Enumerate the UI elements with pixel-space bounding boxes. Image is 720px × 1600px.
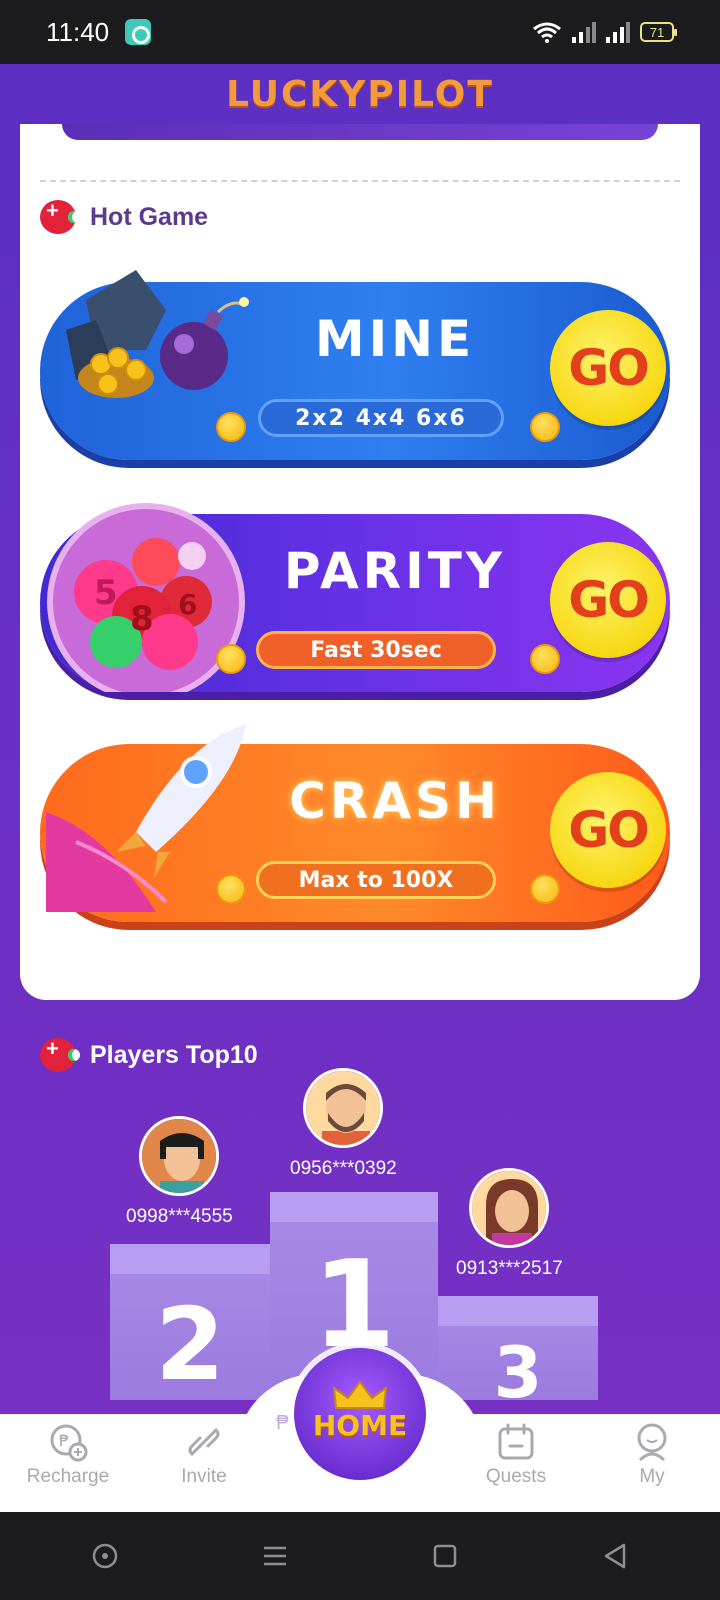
nav-quests[interactable]: Quests <box>456 1422 576 1488</box>
back-icon[interactable] <box>585 1526 645 1586</box>
rank-2: 2 <box>155 1286 225 1400</box>
crash-title: CRASH <box>289 772 501 830</box>
hot-game-card: Hot Game MINE 2x2 4x4 6x6 GO <box>20 124 700 1000</box>
crash-game-banner[interactable]: CRASH Max to 100X GO <box>40 724 670 922</box>
app-header: LUCKYPILOT <box>0 64 720 124</box>
avatar <box>469 1168 550 1248</box>
coin-icon <box>216 412 246 442</box>
coin-icon <box>530 412 560 442</box>
mine-title: MINE <box>314 310 476 368</box>
previous-banner-edge <box>62 124 658 140</box>
divider <box>40 180 680 182</box>
rank-3: 3 <box>493 1332 543 1400</box>
player-phone: 0913***2517 <box>456 1258 563 1279</box>
invite-icon <box>184 1422 224 1466</box>
bottom-nav: ₱ Recharge Invite ₱ HOME Quests My <box>0 1348 720 1512</box>
mine-subtitle: 2x2 4x4 6x6 <box>258 399 504 437</box>
nav-my[interactable]: My <box>592 1422 712 1488</box>
signal-icon-1 <box>572 21 596 43</box>
recharge-icon: ₱ <box>48 1422 88 1466</box>
peso-sign: ₱ <box>276 1412 290 1434</box>
players-podium: 2 1 3 0956***0392 0998***4555 0913***251… <box>0 1060 720 1400</box>
menu-icon[interactable] <box>245 1526 305 1586</box>
parity-go-button[interactable]: GO <box>550 542 666 658</box>
crash-subtitle: Max to 100X <box>256 861 496 899</box>
app-notification-icon <box>125 19 152 45</box>
podium-step-3: 3 <box>438 1296 598 1400</box>
nav-invite-label: Invite <box>181 1466 227 1487</box>
svg-text:5: 5 <box>94 573 118 613</box>
app-logo: LUCKYPILOT <box>226 73 494 115</box>
svg-text:6: 6 <box>178 588 197 621</box>
rank-1: 1 <box>312 1236 396 1375</box>
nav-recharge[interactable]: ₱ Recharge <box>8 1422 128 1488</box>
square-icon[interactable] <box>415 1526 475 1586</box>
player-phone: 0998***4555 <box>126 1206 233 1227</box>
parity-subtitle: Fast 30sec <box>256 631 496 669</box>
gamepad-icon <box>40 198 80 234</box>
home-label: HOME <box>312 1409 408 1442</box>
nav-quests-label: Quests <box>485 1466 547 1487</box>
svg-text:8: 8 <box>130 599 154 639</box>
nav-my-label: My <box>639 1466 665 1487</box>
status-icons: 71 <box>532 21 677 43</box>
player-1: 0956***0392 <box>290 1068 397 1180</box>
parity-title: PARITY <box>283 542 507 600</box>
circle-icon[interactable] <box>75 1526 135 1586</box>
coin-icon <box>216 874 246 904</box>
battery-icon: 71 <box>640 22 677 42</box>
coin-icon <box>530 644 560 674</box>
wifi-icon <box>532 21 562 43</box>
status-time: 11:40 <box>46 16 110 47</box>
avatar <box>303 1068 384 1148</box>
hot-game-title: Hot Game <box>90 202 209 231</box>
my-icon <box>632 1422 672 1466</box>
svg-text:₱: ₱ <box>59 1431 69 1450</box>
parity-game-banner[interactable]: 5 8 6 PARITY Fast 30sec GO <box>40 503 670 701</box>
mine-game-banner[interactable]: MINE 2x2 4x4 6x6 GO <box>40 270 670 460</box>
nav-recharge-label: Recharge <box>26 1466 110 1487</box>
coin-icon <box>216 644 246 674</box>
status-bar: 11:40 71 <box>0 0 720 64</box>
hot-game-heading: Hot Game <box>40 198 209 234</box>
bomb-treasure-icon <box>46 260 256 425</box>
player-phone: 0956***0392 <box>290 1158 397 1179</box>
quests-icon <box>496 1422 536 1466</box>
system-nav-bar <box>0 1512 720 1600</box>
avatar <box>139 1116 220 1196</box>
coin-icon <box>530 874 560 904</box>
signal-icon-2 <box>606 21 630 43</box>
crash-go-button[interactable]: GO <box>550 772 666 888</box>
podium-step-1: 1 <box>270 1192 438 1400</box>
podium-step-2: 2 <box>110 1244 270 1400</box>
nav-invite[interactable]: Invite <box>144 1422 264 1488</box>
mine-go-button[interactable]: GO <box>550 310 666 426</box>
player-2: 0998***4555 <box>126 1116 233 1228</box>
player-3: 0913***2517 <box>456 1168 563 1280</box>
